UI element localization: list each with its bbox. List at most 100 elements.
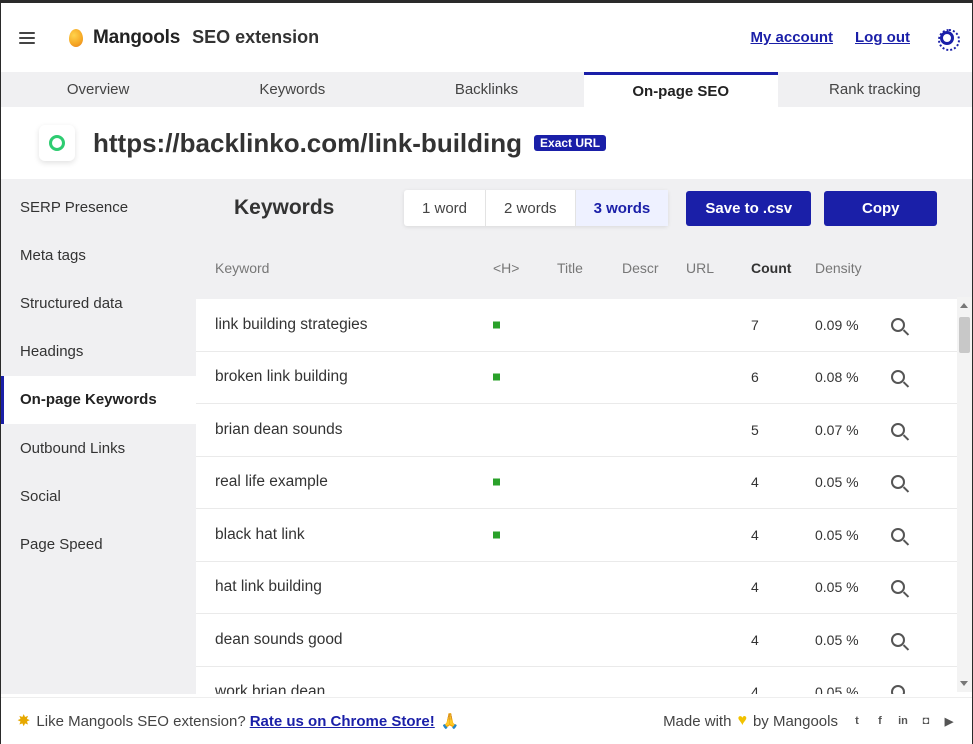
my-account-link[interactable]: My account [751,29,834,46]
density-cell: 0.05 % [815,474,859,491]
table-row: dean sounds good 4 0.05 % [196,614,957,667]
table-row: black hat link 4 0.05 % [196,509,957,562]
heading-present-marker [493,373,500,381]
sidebar-item-structured-data[interactable]: Structured data [1,279,196,327]
status-circle-icon [39,125,75,161]
scroll-down-icon[interactable] [960,681,968,686]
sparkle-icon: ✸ [17,713,31,730]
count-cell: 4 [751,579,759,596]
heading-present-marker [493,531,500,539]
twitter-icon[interactable]: t [850,714,864,728]
footer: ✸ Like Mangools SEO extension? Rate us o… [1,697,972,744]
youtube-icon[interactable]: ▶ [942,714,956,728]
sidebar-item-outbound-links[interactable]: Outbound Links [1,424,196,472]
word-count-toggle: 1 word 2 words 3 words [404,190,669,226]
count-cell: 4 [751,631,759,648]
mangools-logo-icon [69,28,83,47]
search-icon[interactable] [891,475,905,490]
tab-on-page-seo[interactable]: On-page SEO [583,72,778,107]
exact-url-badge: Exact URL [534,135,607,151]
keyword-cell: black hat link [215,525,305,543]
search-icon[interactable] [891,685,905,694]
keyword-cell: link building strategies [215,315,368,333]
analyzed-url: https://backlinko.com/link-building [93,127,523,158]
gear-icon[interactable] [938,28,960,51]
copy-button[interactable]: Copy [824,190,938,226]
keyword-cell: brian dean sounds [215,420,343,438]
search-icon[interactable] [891,422,905,437]
col-h[interactable]: <H> [493,260,519,276]
sidebar-item-social[interactable]: Social [1,472,196,520]
tab-backlinks[interactable]: Backlinks [389,72,583,107]
praying-hands-icon: 🙏 [440,713,460,730]
col-count[interactable]: Count [751,260,791,276]
keyword-cell: broken link building [215,368,348,386]
count-cell: 5 [751,421,759,438]
sidebar: SERP Presence Meta tags Structured data … [1,179,196,694]
density-cell: 0.05 % [815,684,859,694]
made-with-text: Made with [663,712,732,730]
count-cell: 6 [751,369,759,386]
by-mangools-text: by Mangools [752,712,838,730]
table-row: link building strategies 7 0.09 % [196,299,957,352]
sidebar-item-headings[interactable]: Headings [1,328,196,376]
scrollbar-thumb[interactable] [959,317,970,353]
heading-present-marker [493,321,500,329]
product-name: SEO extension [192,27,320,47]
col-keyword[interactable]: Keyword [215,260,269,276]
density-cell: 0.08 % [815,369,859,386]
table-row: real life example 4 0.05 % [196,457,957,509]
tab-keywords[interactable]: Keywords [195,72,389,107]
segment-1-word[interactable]: 1 word [404,190,487,226]
sidebar-item-page-speed[interactable]: Page Speed [1,520,196,568]
main-tabs: Overview Keywords Backlinks On-page SEO … [1,72,972,107]
extension-window: Mangools SEO extension My account Log ou… [1,3,972,744]
facebook-icon[interactable]: f [873,714,887,728]
sidebar-item-on-page-keywords[interactable]: On-page Keywords [1,375,196,424]
like-text: Like Mangools SEO extension? [36,712,246,730]
segment-2-words[interactable]: 2 words [486,190,576,226]
rate-chrome-store-link[interactable]: Rate us on Chrome Store! [250,713,435,730]
search-icon[interactable] [891,580,905,595]
segment-3-words[interactable]: 3 words [575,190,669,226]
col-descr[interactable]: Descr [622,260,659,276]
sidebar-item-serp-presence[interactable]: SERP Presence [1,183,196,231]
table-row: work brian dean 4 0.05 % [196,667,957,694]
density-cell: 0.07 % [815,421,859,438]
table-row: broken link building 6 0.08 % [196,352,957,404]
density-cell: 0.09 % [815,316,859,333]
keywords-panel: Keywords 1 word 2 words 3 words Save to … [196,179,972,694]
search-icon[interactable] [891,527,905,542]
keyword-cell: work brian dean [215,683,326,694]
keyword-cell: dean sounds good [215,630,343,648]
linkedin-icon[interactable]: in [896,714,910,728]
density-cell: 0.05 % [815,631,859,648]
search-icon[interactable] [891,632,905,647]
scroll-up-icon[interactable] [960,303,968,308]
instagram-icon[interactable]: ◘ [919,714,933,728]
sidebar-item-meta-tags[interactable]: Meta tags [1,231,196,279]
keyword-cell: real life example [215,473,328,491]
tab-overview[interactable]: Overview [1,72,195,107]
count-cell: 4 [751,474,759,491]
density-cell: 0.05 % [815,526,859,543]
col-url[interactable]: URL [686,260,714,276]
search-icon[interactable] [891,317,905,332]
density-cell: 0.05 % [815,579,859,596]
brand-name: Mangools [93,26,181,48]
count-cell: 7 [751,316,759,333]
table-row: hat link building 4 0.05 % [196,562,957,614]
col-density[interactable]: Density [815,260,862,276]
tab-rank-tracking[interactable]: Rank tracking [778,72,972,107]
header: Mangools SEO extension My account Log ou… [1,3,972,72]
url-bar: https://backlinko.com/link-building Exac… [1,107,972,179]
save-csv-button[interactable]: Save to .csv [686,190,812,226]
table-scrollbar[interactable] [957,297,972,692]
count-cell: 4 [751,526,759,543]
menu-icon[interactable] [19,31,35,44]
search-icon[interactable] [891,370,905,385]
keywords-table: link building strategies 7 0.09 % broken… [196,299,957,694]
col-title[interactable]: Title [557,260,583,276]
log-out-link[interactable]: Log out [855,29,910,46]
heading-present-marker [493,478,500,486]
